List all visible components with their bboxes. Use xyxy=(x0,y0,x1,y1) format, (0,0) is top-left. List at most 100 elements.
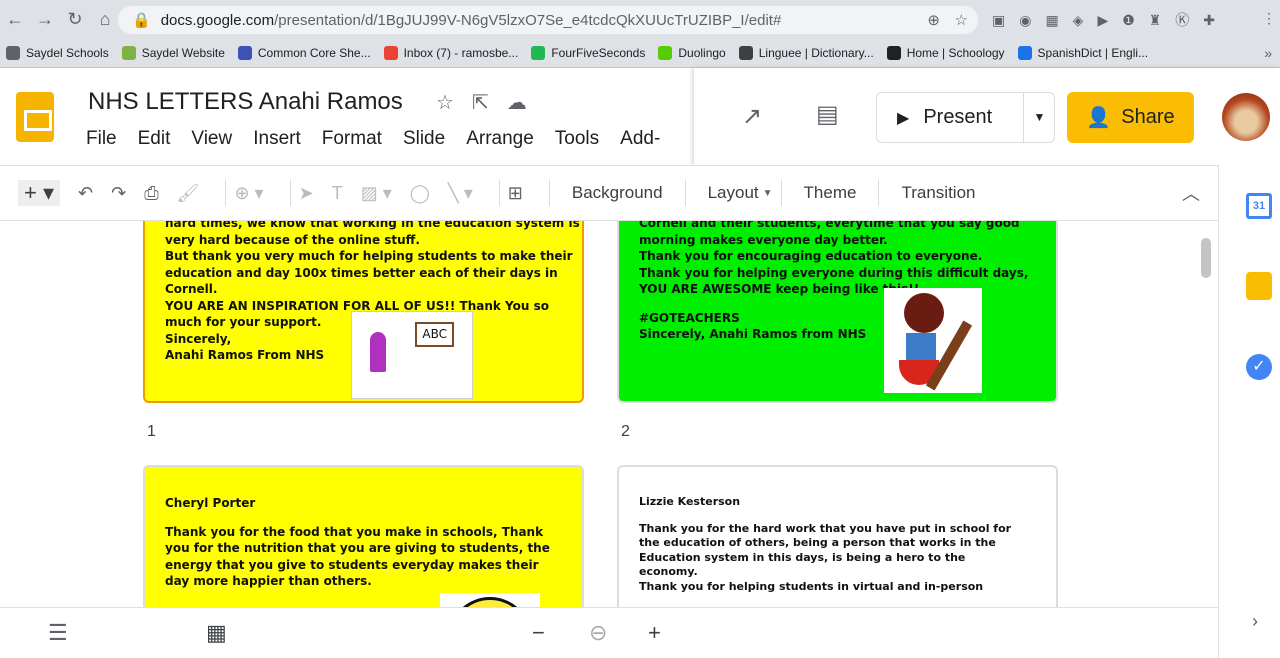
bookmark-item[interactable]: SpanishDict | Engli... xyxy=(1017,45,1148,60)
menu-insert[interactable]: Insert xyxy=(253,128,301,150)
share-button[interactable]: 👤 Share xyxy=(1067,92,1194,143)
menu-tools[interactable]: Tools xyxy=(555,128,599,150)
slide-thumbnail-4[interactable]: Lizzie Kesterson Thank you for the hard w… xyxy=(617,465,1058,607)
bookmark-item[interactable]: FourFiveSeconds xyxy=(531,45,645,60)
layout-dropdown-icon[interactable]: ▼ xyxy=(763,188,773,199)
side-panel: 31 ✓ › xyxy=(1218,165,1280,658)
grid-view-icon[interactable]: ▦ xyxy=(206,620,227,646)
zoom-icon[interactable]: ⊕ ▾ xyxy=(234,183,263,204)
present-button[interactable]: ▶ Present ▼ xyxy=(876,92,1055,143)
new-slide-icon[interactable]: + ▾ xyxy=(18,180,61,206)
slide-thumbnail-3[interactable]: Cheryl Porter Thank you for the food that… xyxy=(143,465,584,607)
bookmark-item[interactable]: Home | Schoology xyxy=(886,45,1005,60)
menu-arrange[interactable]: Arrange xyxy=(466,128,534,150)
text-box-icon[interactable]: T xyxy=(332,183,343,204)
menu-format[interactable]: Format xyxy=(322,128,382,150)
menu-add[interactable]: Add- xyxy=(620,128,660,150)
avatar[interactable] xyxy=(1222,93,1270,141)
letter-line: Thank you for helping students in virtua… xyxy=(639,579,984,593)
bookmark-item[interactable]: Common Core She... xyxy=(237,45,371,60)
doc-title[interactable]: NHS LETTERS Anahi Ramos xyxy=(88,88,403,116)
zoom-out-icon[interactable]: − xyxy=(532,620,545,646)
tasks-icon[interactable]: ✓ xyxy=(1246,354,1272,380)
collapse-toolbar-icon[interactable]: ︿ xyxy=(1182,180,1200,206)
paint-format-icon[interactable]: 🖌 xyxy=(177,183,200,204)
menu-icon[interactable]: ⋮ xyxy=(1262,10,1276,27)
bookmark-favicon-icon xyxy=(738,45,753,60)
lock-icon: 🔒 xyxy=(132,12,151,29)
editing-toolbar: + ▾ ↶ ↷ ⎙ 🖌 ⊕ ▾ ➤ T ▨ ▾ ◯ ╲ ▾ ⊞ Backgrou… xyxy=(0,165,1218,221)
letter-line: you for the nutrition that you are givin… xyxy=(165,541,550,555)
menu-file[interactable]: File xyxy=(86,128,117,150)
zoom-icon[interactable]: ⊖ xyxy=(589,620,607,646)
bookmark-favicon-icon xyxy=(886,45,901,60)
print-icon[interactable]: ⎙ xyxy=(144,183,158,204)
back-icon[interactable]: ← xyxy=(0,9,30,30)
smiley-image xyxy=(440,593,540,607)
slide-thumbnail-2[interactable]: Cornell and their students, everytime th… xyxy=(617,221,1058,403)
keep-icon[interactable] xyxy=(1246,272,1272,300)
layout-button[interactable]: Layout xyxy=(708,183,759,203)
select-icon[interactable]: ➤ xyxy=(299,183,314,204)
image-icon[interactable]: ▨ ▾ xyxy=(361,183,392,204)
slides-logo-icon[interactable] xyxy=(16,92,54,142)
letter-line: hard times, we know that working in the … xyxy=(165,221,580,230)
zoom-icon[interactable]: ⊕ xyxy=(927,11,940,29)
slide-number: 2 xyxy=(621,423,630,440)
bottom-bar: ☰ ▦ − ⊖ + xyxy=(0,607,1218,658)
bookmark-item[interactable]: Linguee | Dictionary... xyxy=(738,45,874,60)
theme-button[interactable]: Theme xyxy=(804,183,857,203)
letter-line: economy. xyxy=(639,565,698,578)
present-icon: ▶ xyxy=(897,109,910,127)
bookmark-item[interactable]: Saydel Schools xyxy=(6,45,109,60)
comments-icon[interactable]: ▤ xyxy=(816,100,839,129)
more-bookmarks[interactable]: » xyxy=(1264,45,1272,61)
teacher-cartoon-image xyxy=(884,288,982,393)
shape-icon[interactable]: ◯ xyxy=(410,183,430,204)
letter-line: Cornell. xyxy=(165,282,218,296)
reload-icon[interactable]: ↻ xyxy=(60,9,90,30)
zoom-in-icon[interactable]: + xyxy=(648,620,661,646)
calendar-icon[interactable]: 31 xyxy=(1246,193,1272,219)
menu-view[interactable]: View xyxy=(191,128,232,150)
bookmark-favicon-icon xyxy=(531,45,546,60)
bookmark-favicon-icon xyxy=(121,45,136,60)
menu-slide[interactable]: Slide xyxy=(403,128,445,150)
menu-edit[interactable]: Edit xyxy=(138,128,171,150)
cloud-status-icon[interactable]: ☁ xyxy=(507,92,545,114)
person-icon: 👤 xyxy=(1086,107,1112,129)
letter-line: Thank you for encouraging education to e… xyxy=(639,249,983,263)
slide-number: 1 xyxy=(147,423,156,440)
home-icon[interactable]: ⌂ xyxy=(90,9,120,30)
expand-panel-icon[interactable]: › xyxy=(1252,611,1258,632)
line-icon[interactable]: ╲ ▾ xyxy=(448,183,473,204)
move-folder-icon[interactable]: ⇱ xyxy=(472,92,507,114)
bookmark-item[interactable]: Saydel Website xyxy=(121,45,225,60)
browser-toolbar: ← → ↻ ⌂ 🔒 docs.google.com/presentation/d… xyxy=(0,0,1280,38)
activity-icon[interactable]: ↗ xyxy=(742,102,762,131)
star-icon[interactable]: ☆ xyxy=(436,92,472,114)
bookmark-favicon-icon xyxy=(6,45,20,60)
bookmark-favicon-icon xyxy=(658,45,673,60)
star-icon[interactable]: ☆ xyxy=(955,11,968,29)
letter-line: education and day 100x times better each… xyxy=(165,265,558,280)
scrollbar[interactable] xyxy=(1201,238,1211,278)
letter-line: energy that you give to students everyda… xyxy=(165,557,539,572)
slide-grid: hard times, we know that working in the … xyxy=(0,221,1218,607)
bookmark-item[interactable]: Duolingo xyxy=(658,45,726,60)
comment-add-icon[interactable]: ⊞ xyxy=(508,183,523,204)
redo-icon[interactable]: ↷ xyxy=(111,183,126,204)
extension-icons[interactable]: ▣◉▦◈▶❶♜Ⓚ✚ xyxy=(992,10,1229,30)
address-bar[interactable]: 🔒 docs.google.com/presentation/d/1BgJUJ9… xyxy=(118,6,978,34)
recipient-name: Cheryl Porter xyxy=(165,496,256,510)
filmstrip-view-icon[interactable]: ☰ xyxy=(48,620,68,646)
transition-button[interactable]: Transition xyxy=(901,183,975,203)
slide-thumbnail-1[interactable]: hard times, we know that working in the … xyxy=(143,221,584,403)
undo-icon[interactable]: ↶ xyxy=(78,183,93,204)
background-button[interactable]: Background xyxy=(572,183,663,203)
bookmark-item[interactable]: Inbox (7) - ramosbe... xyxy=(383,45,518,60)
forward-icon[interactable]: → xyxy=(30,9,60,30)
present-dropdown-icon[interactable]: ▼ xyxy=(1023,93,1055,142)
bookmarks-bar: Saydel Schools Saydel Website Common Core … xyxy=(0,38,1280,68)
bookmark-favicon-icon xyxy=(237,45,252,60)
